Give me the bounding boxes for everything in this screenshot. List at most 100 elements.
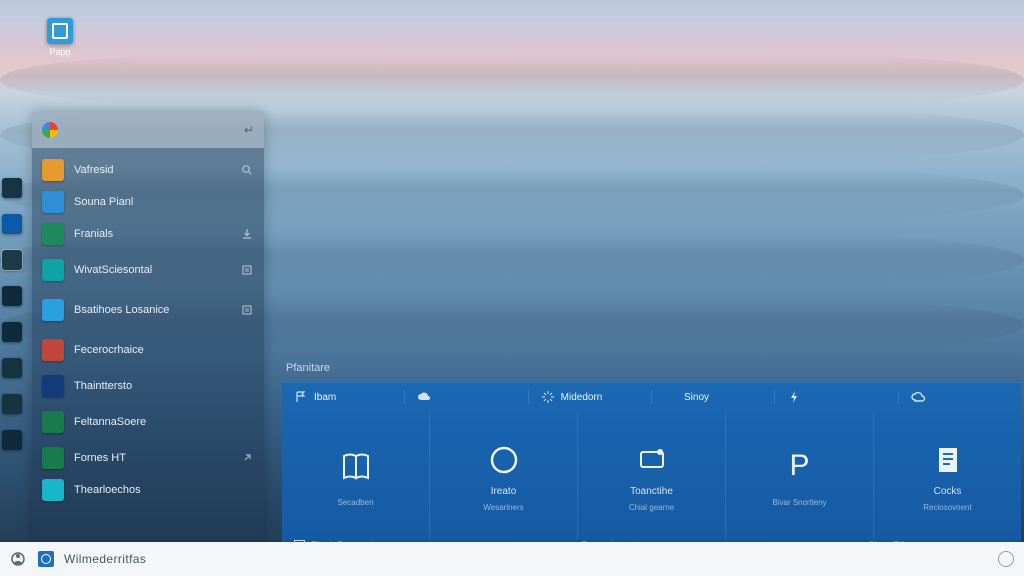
side-dock [2, 178, 26, 450]
tile[interactable]: P Bivar Snortleny [726, 412, 874, 540]
tile-sublabel: Chial gearne [629, 503, 674, 512]
tiles-main-row: Secadben Ireato Wesariners Toanctihe Chial g… [282, 412, 1021, 540]
app-icon [42, 191, 64, 213]
app-icon [42, 411, 64, 433]
start-button[interactable] [10, 550, 28, 568]
none-icon [240, 415, 254, 429]
app-label: FeltannaSoere [74, 416, 230, 429]
search-icon [240, 163, 254, 177]
app-label: Bsatihoes Losanice [74, 304, 230, 317]
tile-icon [632, 440, 672, 480]
start-menu: ↵ Vafresid Souna Pianl Franials WivatScieso… [32, 112, 264, 542]
app-label: Fornes HT [74, 452, 230, 465]
app-label: Vafresid [74, 164, 230, 177]
note-icon [240, 263, 254, 277]
tile-icon: P [780, 446, 820, 486]
app-list-item[interactable]: Franials [32, 218, 264, 250]
tile-sublabel: Wesariners [483, 503, 523, 512]
dock-item[interactable] [2, 358, 22, 378]
dock-item[interactable] [2, 394, 22, 414]
note-icon [240, 303, 254, 317]
submit-search-icon[interactable]: ↵ [244, 123, 254, 137]
tile-icon [336, 446, 376, 486]
search-engine-icon [42, 122, 58, 138]
none-icon [240, 483, 254, 497]
dock-item[interactable] [2, 322, 22, 342]
tile-mini[interactable] [899, 390, 1021, 404]
app-list: Vafresid Souna Pianl Franials WivatSciesont… [32, 148, 264, 506]
tiles-heading: Pfanitare [286, 362, 330, 374]
dock-item[interactable] [2, 214, 22, 234]
tile-label: Cocks [934, 486, 962, 497]
tile-icon [484, 440, 524, 480]
tile-mini[interactable]: Sinoy [652, 390, 775, 404]
tile-sublabel: Secadben [337, 498, 373, 507]
taskbar-action-icon[interactable] [998, 551, 1014, 567]
dock-item[interactable] [2, 178, 22, 198]
tile-mini[interactable]: Midedorn [529, 390, 652, 404]
tile[interactable]: Cocks Reciosovnent [874, 412, 1021, 540]
cloud2-icon [911, 390, 925, 404]
tile-mini-label: Ibam [314, 392, 336, 403]
app-icon [42, 339, 64, 361]
tiles-top-row: Ibam Midedorn Sinoy [282, 382, 1021, 412]
app-label: WivatSciesontal [74, 264, 230, 277]
tile-mini[interactable] [405, 390, 528, 404]
tile[interactable]: Secadben [282, 412, 430, 540]
app-icon [42, 259, 64, 281]
app-list-item[interactable]: Bsatihoes Losanice [32, 290, 264, 330]
bolt-icon [787, 390, 801, 404]
app-label: Franials [74, 228, 230, 241]
app-label: Souna Pianl [74, 196, 230, 209]
tile-label: Ireato [491, 486, 517, 497]
app-list-item[interactable]: Thearloechos [32, 474, 264, 506]
tile-icon [928, 440, 968, 480]
app-icon [47, 18, 73, 44]
app-list-item[interactable]: WivatSciesontal [32, 250, 264, 290]
start-search-row: ↵ [32, 112, 264, 148]
tile-mini[interactable] [775, 390, 898, 404]
dock-item[interactable] [2, 286, 22, 306]
app-label: Fecerocrhaice [74, 344, 230, 357]
tile-label: Toanctihe [630, 486, 673, 497]
taskbar: Wilmederritfas [0, 542, 1024, 576]
app-icon [42, 223, 64, 245]
dock-item[interactable] [2, 250, 22, 270]
tile-sublabel: Reciosovnent [923, 503, 971, 512]
none-icon [240, 343, 254, 357]
taskbar-search-icon[interactable] [38, 551, 54, 567]
app-icon [42, 375, 64, 397]
tile[interactable]: Ireato Wesariners [430, 412, 578, 540]
burst-icon [541, 390, 555, 404]
none-icon [240, 379, 254, 393]
blank-icon [664, 390, 678, 404]
app-list-item[interactable]: Fornes HT [32, 442, 264, 474]
app-icon [42, 479, 64, 501]
app-icon [42, 299, 64, 321]
app-list-item[interactable]: FeltannaSoere [32, 402, 264, 442]
start-search-input[interactable] [66, 124, 236, 136]
dock-item[interactable] [2, 430, 22, 450]
tile-mini-label: Midedorn [561, 392, 603, 403]
tile-mini[interactable]: Ibam [282, 390, 405, 404]
flag-icon [294, 390, 308, 404]
link-icon [240, 451, 254, 465]
desktop-shortcut-label: Papp [38, 47, 82, 57]
none-icon [240, 195, 254, 209]
app-list-item[interactable]: Souna Pianl [32, 186, 264, 218]
tile[interactable]: Toanctihe Chial gearne [578, 412, 726, 540]
tile-sublabel: Bivar Snortleny [772, 498, 826, 507]
app-list-item[interactable]: Vafresid [32, 154, 264, 186]
app-list-item[interactable]: Fecerocrhaice [32, 330, 264, 370]
download-icon [240, 227, 254, 241]
desktop: Papp ↵ Vafresid Souna Pianl Franials WivatS… [0, 0, 1024, 576]
taskbar-search-label[interactable]: Wilmederritfas [64, 552, 146, 566]
app-label: Thearloechos [74, 484, 230, 497]
tile-mini-label: Sinoy [684, 392, 709, 403]
app-icon [42, 159, 64, 181]
desktop-shortcut[interactable]: Papp [38, 18, 82, 57]
cloud-icon [417, 390, 431, 404]
app-list-item[interactable]: Thainttersto [32, 370, 264, 402]
app-icon [42, 447, 64, 469]
app-label: Thainttersto [74, 380, 230, 393]
